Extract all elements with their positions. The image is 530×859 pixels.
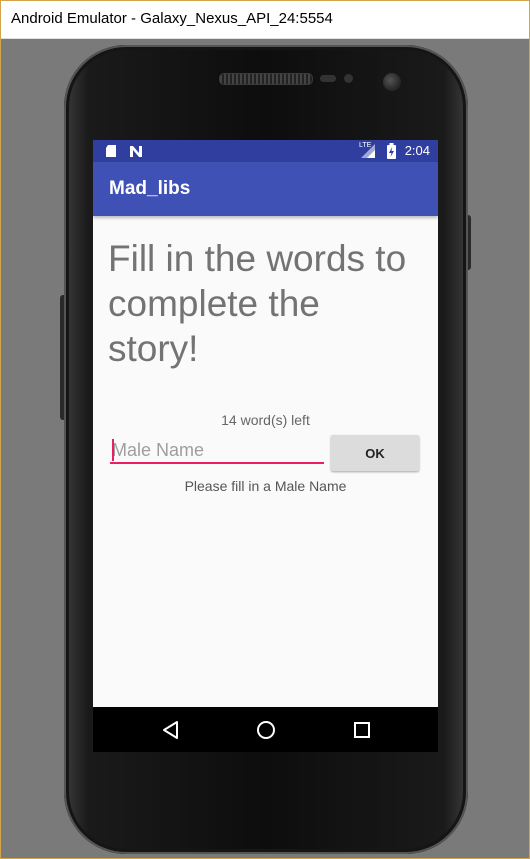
words-left-counter: 14 word(s) left (221, 412, 310, 428)
app-bar: Mad_libs (93, 162, 438, 216)
window-titlebar[interactable]: Android Emulator - Galaxy_Nexus_API_24:5… (1, 1, 529, 39)
home-icon[interactable] (255, 719, 277, 741)
notification-n-icon (129, 146, 142, 157)
ok-button[interactable]: OK (331, 435, 419, 471)
sd-card-icon (106, 145, 116, 157)
battery-icon (387, 143, 396, 162)
earpiece-speaker (219, 73, 313, 85)
status-bar: LTE 2:04 (93, 140, 438, 162)
page-headline: Fill in the words to complete the story! (108, 238, 407, 369)
input-hint: Please fill in a Male Name (184, 478, 347, 494)
recents-icon[interactable] (351, 719, 373, 741)
proximity-sensor (320, 75, 336, 82)
word-input[interactable] (110, 438, 324, 464)
clock: 2:04 (404, 143, 430, 158)
lte-label: LTE (359, 142, 372, 149)
front-camera (383, 73, 401, 91)
navigation-bar (93, 707, 438, 752)
text-cursor (112, 439, 114, 461)
back-icon[interactable] (160, 719, 182, 741)
app-title: Mad_libs (109, 178, 191, 199)
phone-screen: LTE 2:04 Mad_libs Fill in the words to c… (93, 140, 438, 752)
window-title: Android Emulator - Galaxy_Nexus_API_24:5… (11, 10, 333, 27)
word-input-container (110, 438, 324, 466)
status-left-icons (105, 144, 143, 159)
light-sensor (344, 74, 353, 83)
